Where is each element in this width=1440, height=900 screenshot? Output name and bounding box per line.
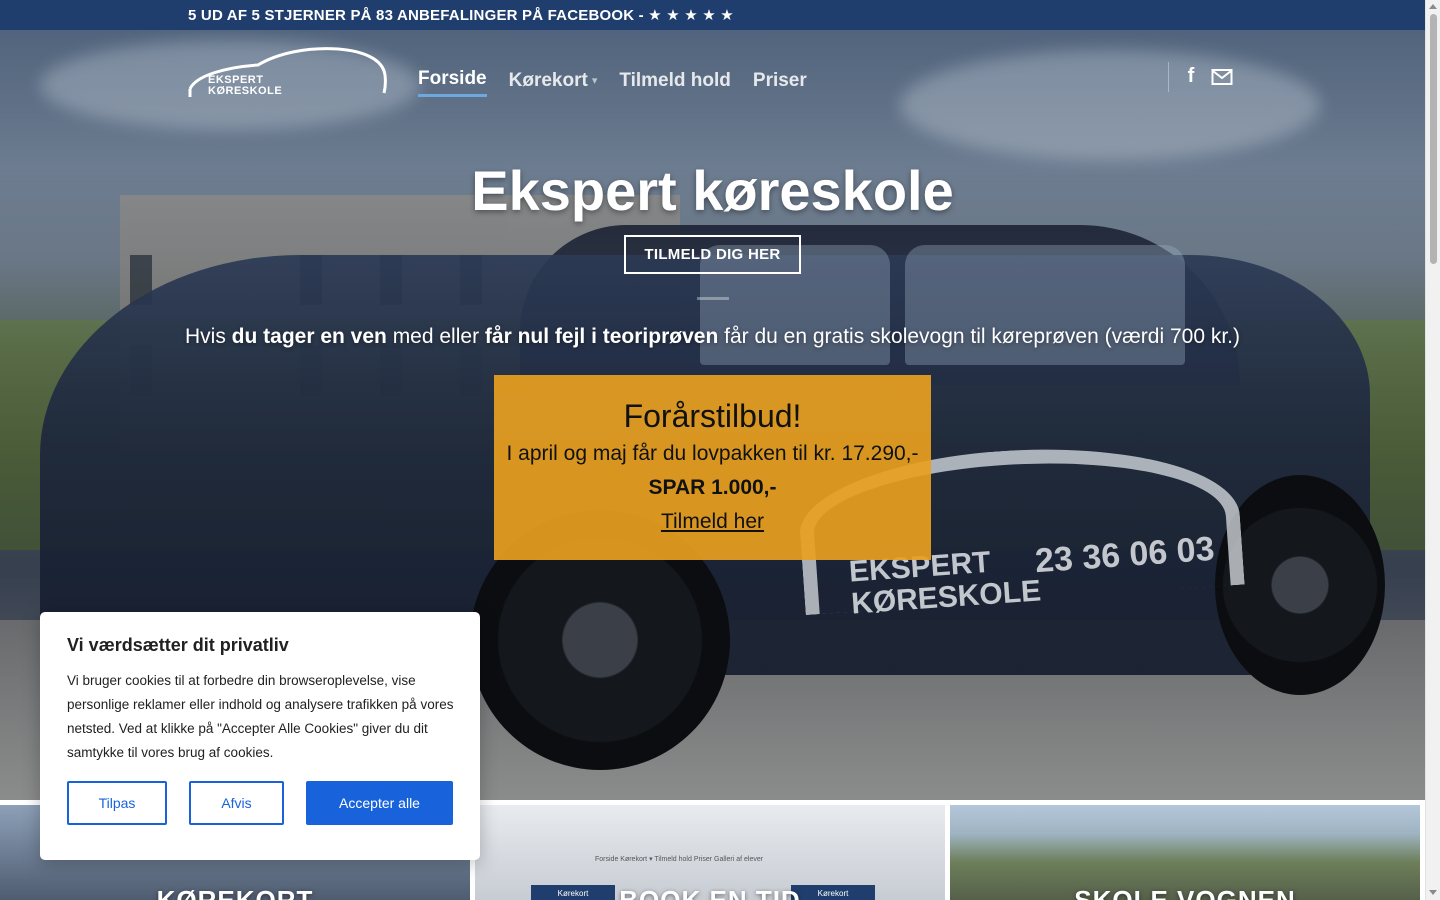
nav-divider (1168, 62, 1169, 92)
signup-hero-button[interactable]: TILMELD DIG HER (624, 235, 801, 274)
chevron-down-icon: ▾ (591, 75, 598, 87)
rating-banner-text: 5 UD AF 5 STJERNER PÅ 83 ANBEFALINGER PÅ… (188, 7, 734, 24)
card-title: SKOLE VOGNEN (1074, 885, 1296, 900)
offer-title: Forårstilbud! (623, 398, 802, 434)
site-logo[interactable]: EKSPERT KØRESKOLE (188, 45, 388, 100)
offer-description: I april og maj får du lovpakken til kr. … (506, 442, 919, 465)
nav-item-tilmeld-hold[interactable]: Tilmeld hold (619, 68, 731, 97)
cookie-accept-all-button[interactable]: Accepter alle (306, 781, 453, 825)
scroll-up-arrow-icon[interactable] (1429, 4, 1437, 9)
scrollbar-thumb[interactable] (1430, 14, 1437, 264)
card-title: BOOK EN TID (619, 885, 801, 900)
nav-item-forside[interactable]: Forside (418, 68, 487, 97)
cookie-description: Vi bruger cookies til at forbedre din br… (67, 673, 454, 760)
cookie-title: Vi værdsætter dit privatliv (67, 635, 289, 655)
hero-background (900, 50, 1320, 160)
card-title: KØREKORT (156, 885, 314, 900)
nav-item-priser[interactable]: Priser (753, 68, 807, 97)
hero-divider (697, 297, 729, 300)
top-announcement-bar: 5 UD AF 5 STJERNER PÅ 83 ANBEFALINGER PÅ… (0, 0, 1425, 30)
cookie-reject-button[interactable]: Afvis (189, 781, 284, 825)
cookie-consent-banner: Vi værdsætter dit privatliv Vi bruger co… (40, 612, 480, 860)
envelope-icon[interactable] (1211, 64, 1233, 88)
hero-title: Ekspert køreskole (471, 159, 954, 222)
card-book-en-tid[interactable]: Forside Kørekort ▾ Tilmeld hold Priser G… (475, 805, 945, 900)
page-scrollbar[interactable] (1425, 0, 1440, 900)
facebook-icon[interactable]: f (1180, 64, 1202, 88)
hero-subtitle: Hvis du tager en ven med eller får nul f… (184, 325, 1240, 348)
offer-signup-link[interactable]: Tilmeld her (661, 510, 764, 534)
logo-wordmark: EKSPERT KØRESKOLE (208, 74, 283, 97)
car-wheel (1215, 475, 1385, 695)
scroll-down-arrow-icon[interactable] (1429, 890, 1437, 895)
offer-savings: SPAR 1.000,- (648, 476, 777, 499)
main-navigation: Forside Kørekort ▾ Tilmeld hold Priser (418, 68, 807, 97)
cookie-customize-button[interactable]: Tilpas (67, 781, 167, 825)
card-screenshot-nav: Forside Kørekort ▾ Tilmeld hold Priser G… (595, 856, 764, 863)
spring-offer-box: Forårstilbud! I april og maj får du lovp… (494, 375, 931, 560)
nav-item-korekort[interactable]: Kørekort ▾ (509, 68, 598, 97)
card-skole-vognen[interactable]: SKOLE VOGNEN (950, 805, 1420, 900)
